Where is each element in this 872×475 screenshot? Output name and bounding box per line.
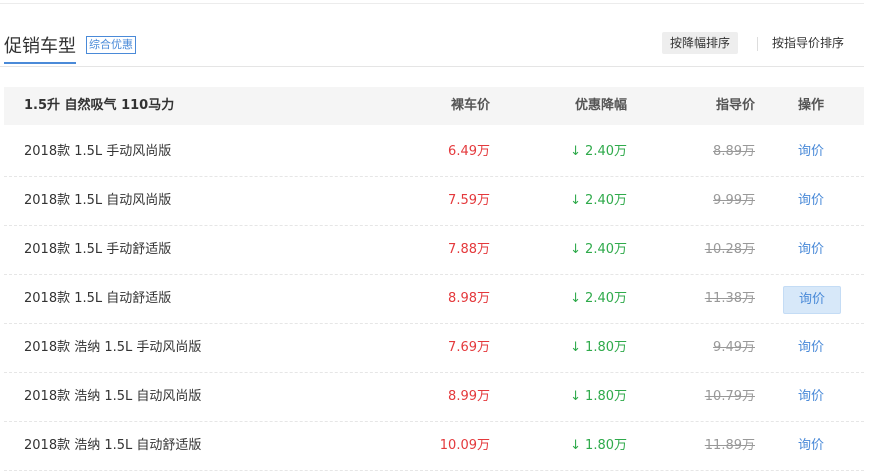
discount-value: 2.40万 bbox=[585, 291, 627, 306]
arrow-down-icon: ↓ bbox=[570, 340, 582, 355]
model-name: 2018款 1.5L 自动舒适版 bbox=[24, 291, 172, 306]
table-row: 2018款 1.5L 手动舒适版 7.88万 ↓ 2.40万 10.28万 询价 bbox=[4, 226, 864, 275]
section-header: 促销车型 综合优惠 按降幅排序 按指导价排序 bbox=[0, 28, 864, 67]
guide-price: 11.89万 bbox=[704, 438, 755, 453]
sort-by-discount-button[interactable]: 按降幅排序 bbox=[662, 32, 739, 54]
inquiry-button[interactable]: 询价 bbox=[783, 139, 839, 165]
bare-price: 7.69万 bbox=[448, 340, 490, 355]
model-name: 2018款 1.5L 手动舒适版 bbox=[24, 242, 172, 257]
bare-price: 8.98万 bbox=[448, 291, 490, 306]
bare-price: 10.09万 bbox=[439, 438, 490, 453]
inquiry-button[interactable]: 询价 bbox=[783, 335, 839, 361]
bare-price: 7.59万 bbox=[448, 193, 490, 208]
discount-amount: ↓ 2.40万 bbox=[570, 226, 627, 274]
sort-by-guide-price-button[interactable]: 按指导价排序 bbox=[772, 32, 844, 54]
arrow-down-icon: ↓ bbox=[570, 193, 582, 208]
discount-amount: ↓ 2.40万 bbox=[570, 275, 627, 323]
arrow-down-icon: ↓ bbox=[570, 291, 582, 306]
model-name: 2018款 1.5L 手动风尚版 bbox=[24, 144, 172, 159]
bare-price: 6.49万 bbox=[448, 144, 490, 159]
discount-value: 1.80万 bbox=[585, 438, 627, 453]
page-title: 促销车型 bbox=[4, 36, 76, 57]
inquiry-button[interactable]: 询价 bbox=[783, 188, 839, 214]
discount-value: 2.40万 bbox=[585, 193, 627, 208]
bare-price: 7.88万 bbox=[448, 242, 490, 257]
column-header-guide-price: 指导价 bbox=[715, 98, 755, 113]
model-name: 2018款 浩纳 1.5L 自动风尚版 bbox=[24, 389, 202, 404]
sort-divider bbox=[757, 37, 758, 51]
arrow-down-icon: ↓ bbox=[570, 438, 582, 453]
inquiry-button[interactable]: 询价 bbox=[783, 237, 839, 263]
guide-price: 11.38万 bbox=[704, 291, 755, 306]
column-header-price: 裸车价 bbox=[450, 98, 490, 113]
arrow-down-icon: ↓ bbox=[570, 144, 582, 159]
table-header: 1.5升 自然吸气 110马力 裸车价 优惠降幅 指导价 操作 bbox=[4, 87, 864, 125]
table-row: 2018款 浩纳 1.5L 自动舒适版 10.09万 ↓ 1.80万 11.89万… bbox=[4, 422, 864, 471]
model-name: 2018款 浩纳 1.5L 自动舒适版 bbox=[24, 438, 202, 453]
discount-value: 2.40万 bbox=[585, 144, 627, 159]
column-header-action: 操作 bbox=[798, 98, 825, 113]
inquiry-button[interactable]: 询价 bbox=[783, 433, 839, 459]
guide-price: 8.89万 bbox=[713, 144, 755, 159]
discount-amount: ↓ 1.80万 bbox=[570, 373, 627, 421]
guide-price: 9.99万 bbox=[713, 193, 755, 208]
model-name: 2018款 浩纳 1.5L 手动风尚版 bbox=[24, 340, 202, 355]
discount-value: 1.80万 bbox=[585, 389, 627, 404]
guide-price: 10.79万 bbox=[704, 389, 755, 404]
discount-amount: ↓ 1.80万 bbox=[570, 422, 627, 470]
table-row: 2018款 浩纳 1.5L 自动风尚版 8.99万 ↓ 1.80万 10.79万 … bbox=[4, 373, 864, 422]
discount-amount: ↓ 2.40万 bbox=[570, 177, 627, 225]
arrow-down-icon: ↓ bbox=[570, 389, 582, 404]
table-row: 2018款 1.5L 手动风尚版 6.49万 ↓ 2.40万 8.89万 询价 bbox=[4, 128, 864, 177]
engine-group-label: 1.5升 自然吸气 110马力 bbox=[24, 98, 175, 113]
table-row: 2018款 浩纳 1.5L 手动风尚版 7.69万 ↓ 1.80万 9.49万 询… bbox=[4, 324, 864, 373]
discount-amount: ↓ 1.80万 bbox=[570, 324, 627, 372]
inquiry-button[interactable]: 询价 bbox=[783, 286, 841, 314]
inquiry-button[interactable]: 询价 bbox=[783, 384, 839, 410]
column-header-discount: 优惠降幅 bbox=[574, 98, 627, 113]
arrow-down-icon: ↓ bbox=[570, 242, 582, 257]
bare-price: 8.99万 bbox=[448, 389, 490, 404]
table-body: 2018款 1.5L 手动风尚版 6.49万 ↓ 2.40万 8.89万 询价 2… bbox=[4, 128, 864, 471]
discount-value: 2.40万 bbox=[585, 242, 627, 257]
guide-price: 9.49万 bbox=[713, 340, 755, 355]
model-name: 2018款 1.5L 自动风尚版 bbox=[24, 193, 172, 208]
table-row: 2018款 1.5L 自动舒适版 8.98万 ↓ 2.40万 11.38万 询价 bbox=[4, 275, 864, 324]
table-row: 2018款 1.5L 自动风尚版 7.59万 ↓ 2.40万 9.99万 询价 bbox=[4, 177, 864, 226]
top-divider bbox=[0, 3, 864, 4]
discount-amount: ↓ 2.40万 bbox=[570, 128, 627, 176]
discount-value: 1.80万 bbox=[585, 340, 627, 355]
title-underline bbox=[4, 62, 76, 64]
guide-price: 10.28万 bbox=[704, 242, 755, 257]
badge-comprehensive-discount: 综合优惠 bbox=[86, 36, 136, 54]
